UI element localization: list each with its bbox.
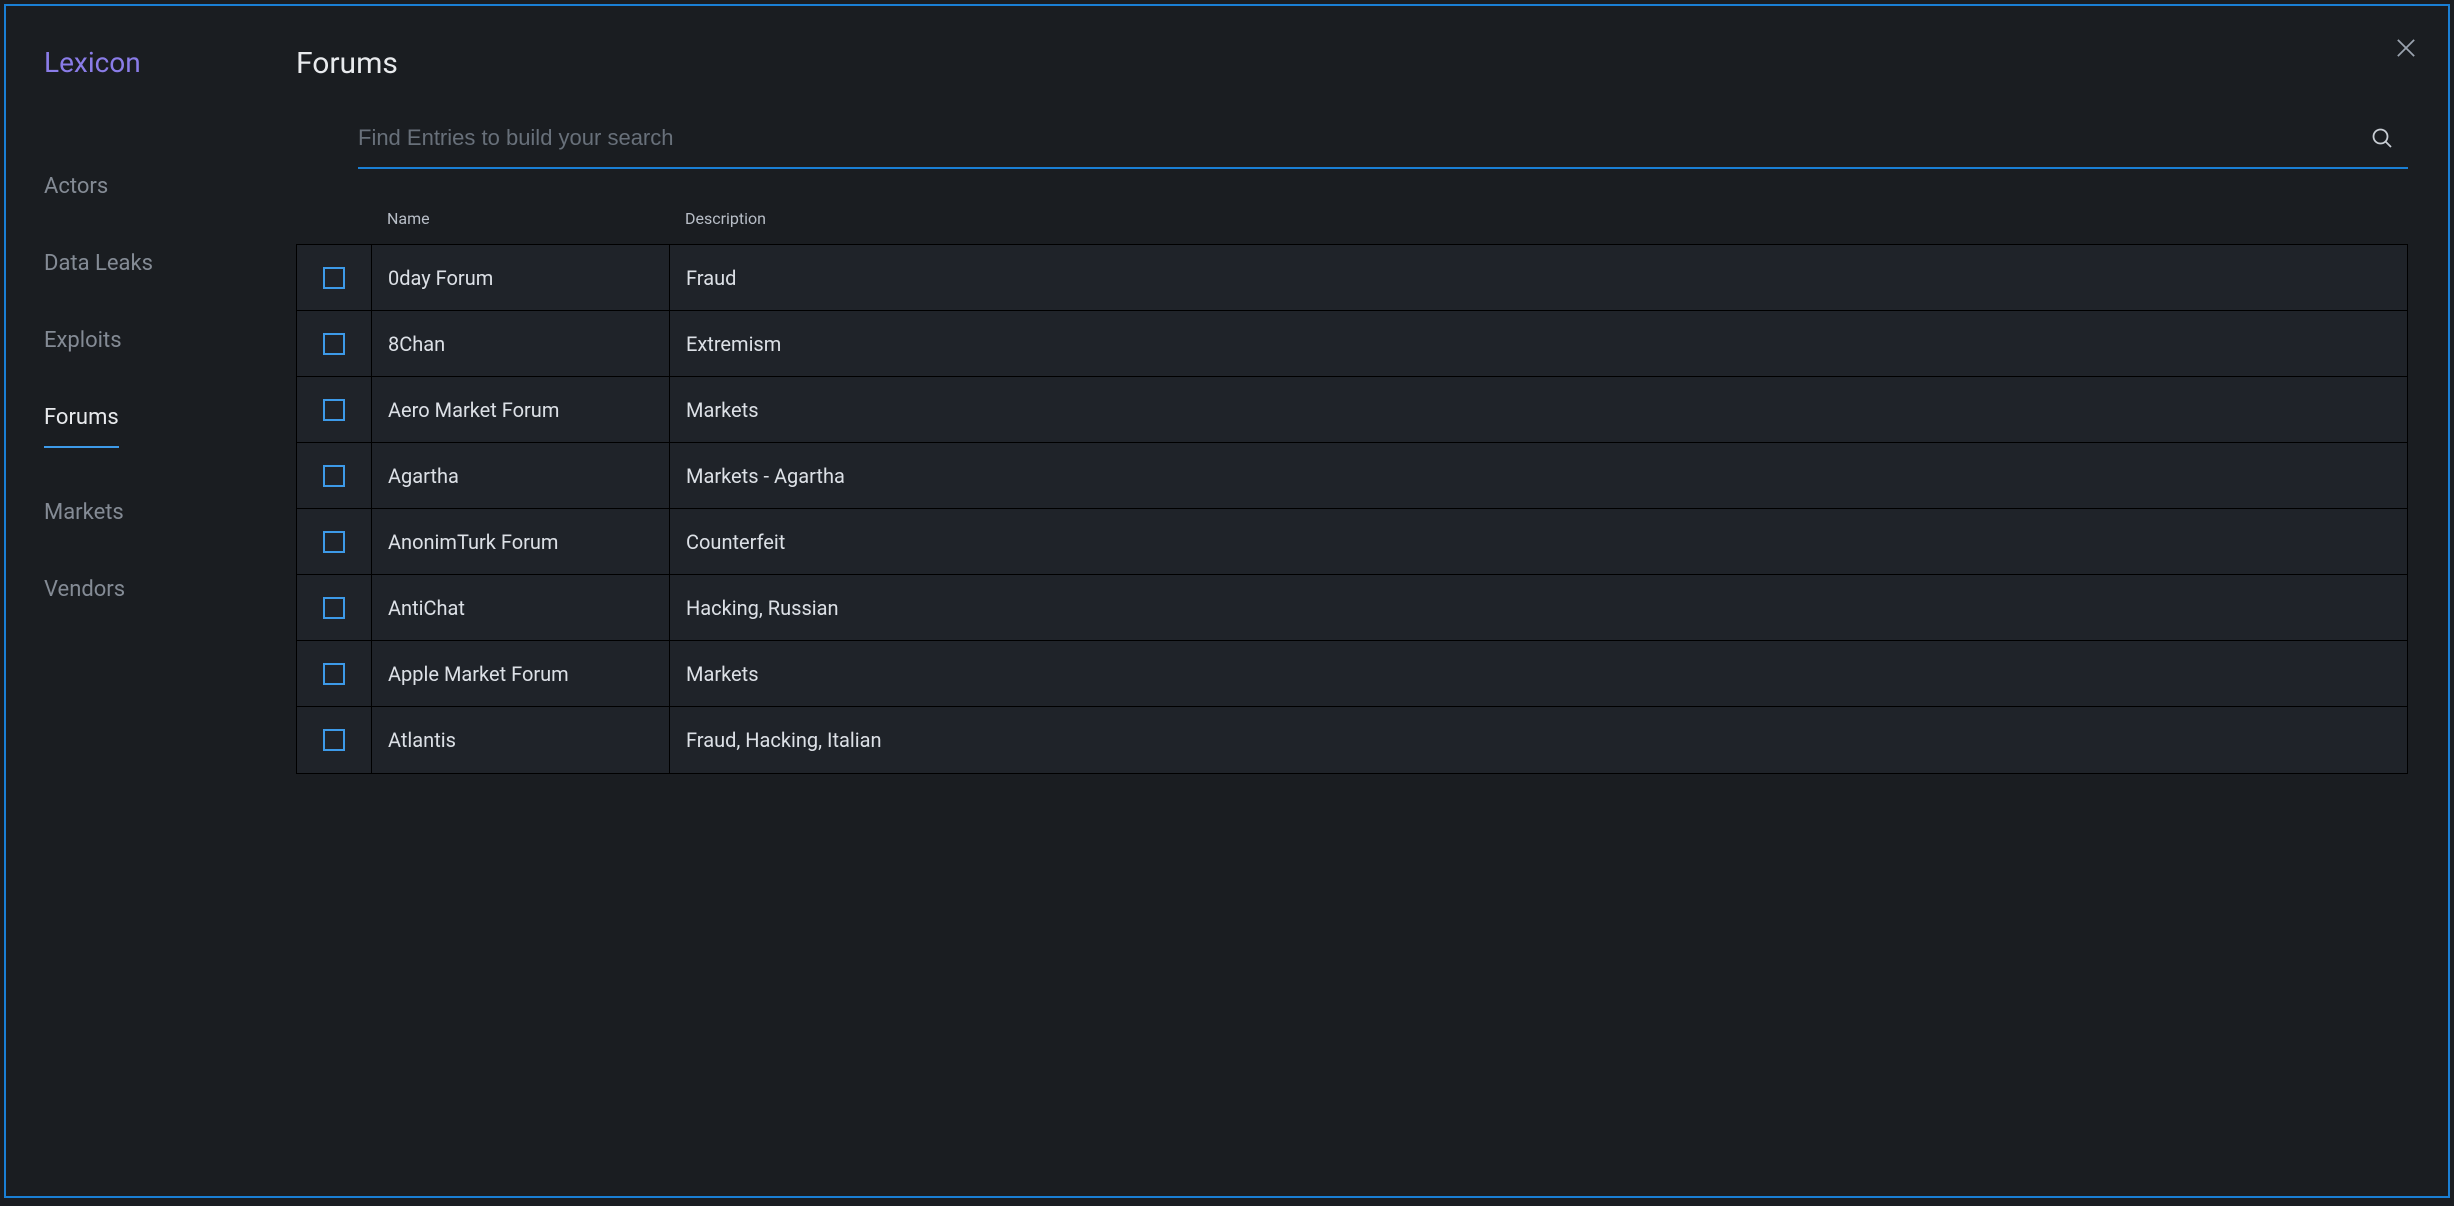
table-row: AntiChatHacking, Russian [297, 575, 2407, 641]
sidebar-nav: Actors Data Leaks Exploits Forums Markets Ven… [44, 174, 296, 602]
cell-name: Apple Market Forum [372, 641, 670, 706]
cell-description: Extremism [670, 311, 2407, 376]
cell-description: Hacking, Russian [670, 575, 2407, 640]
cell-name: Agartha [372, 443, 670, 508]
cell-name: AnonimTurk Forum [372, 509, 670, 574]
search-input[interactable] [358, 119, 2370, 157]
row-checkbox[interactable] [323, 729, 345, 751]
row-checkbox[interactable] [323, 399, 345, 421]
sidebar-title: Lexicon [44, 46, 296, 79]
table-row: 0day ForumFraud [297, 245, 2407, 311]
sidebar-item-actors[interactable]: Actors [44, 174, 108, 199]
sidebar-item-vendors[interactable]: Vendors [44, 577, 125, 602]
table-row: Aero Market ForumMarkets [297, 377, 2407, 443]
table-row: Apple Market ForumMarkets [297, 641, 2407, 707]
cell-description: Fraud, Hacking, Italian [670, 707, 2407, 773]
cell-checkbox [297, 311, 372, 376]
modal-container: Lexicon Actors Data Leaks Exploits Forums Ma… [4, 4, 2450, 1198]
cell-description: Markets [670, 377, 2407, 442]
search-icon [2370, 126, 2394, 150]
table-row: 8ChanExtremism [297, 311, 2407, 377]
cell-checkbox [297, 443, 372, 508]
page-title: Forums [296, 46, 2408, 81]
sidebar: Lexicon Actors Data Leaks Exploits Forums Ma… [6, 6, 296, 1196]
cell-checkbox [297, 509, 372, 574]
table-row: AnonimTurk ForumCounterfeit [297, 509, 2407, 575]
table-body: 0day ForumFraud8ChanExtremismAero Market… [296, 244, 2408, 774]
sidebar-item-label: Markets [44, 500, 124, 525]
sidebar-item-label: Forums [44, 405, 119, 430]
sidebar-item-data-leaks[interactable]: Data Leaks [44, 251, 153, 276]
cell-checkbox [297, 707, 372, 773]
table-row: AtlantisFraud, Hacking, Italian [297, 707, 2407, 773]
column-header-description: Description [669, 209, 2408, 228]
cell-checkbox [297, 575, 372, 640]
sidebar-item-exploits[interactable]: Exploits [44, 328, 122, 353]
cell-checkbox [297, 377, 372, 442]
cell-name: AntiChat [372, 575, 670, 640]
cell-name: Atlantis [372, 707, 670, 773]
cell-name: 8Chan [372, 311, 670, 376]
column-header-name: Name [371, 209, 669, 228]
cell-description: Markets - Agartha [670, 443, 2407, 508]
sidebar-item-label: Exploits [44, 328, 122, 353]
cell-description: Markets [670, 641, 2407, 706]
cell-description: Counterfeit [670, 509, 2407, 574]
main-content: Forums Name Description 0day ForumFraud8… [296, 6, 2448, 1196]
cell-checkbox [297, 245, 372, 310]
search-row [358, 119, 2408, 169]
cell-name: 0day Forum [372, 245, 670, 310]
close-button[interactable] [2392, 34, 2420, 62]
sidebar-item-label: Vendors [44, 577, 125, 602]
table-row: AgarthaMarkets - Agartha [297, 443, 2407, 509]
sidebar-item-forums[interactable]: Forums [44, 405, 119, 448]
table-wrapper: Name Description 0day ForumFraud8ChanExt… [296, 199, 2408, 774]
cell-checkbox [297, 641, 372, 706]
column-header-checkbox [296, 209, 371, 228]
row-checkbox[interactable] [323, 663, 345, 685]
cell-description: Fraud [670, 245, 2407, 310]
row-checkbox[interactable] [323, 597, 345, 619]
sidebar-item-label: Data Leaks [44, 251, 153, 276]
row-checkbox[interactable] [323, 333, 345, 355]
row-checkbox[interactable] [323, 267, 345, 289]
sidebar-item-label: Actors [44, 174, 108, 199]
table-header: Name Description [296, 199, 2408, 244]
close-icon [2392, 34, 2420, 62]
row-checkbox[interactable] [323, 465, 345, 487]
cell-name: Aero Market Forum [372, 377, 670, 442]
sidebar-item-markets[interactable]: Markets [44, 500, 124, 525]
row-checkbox[interactable] [323, 531, 345, 553]
